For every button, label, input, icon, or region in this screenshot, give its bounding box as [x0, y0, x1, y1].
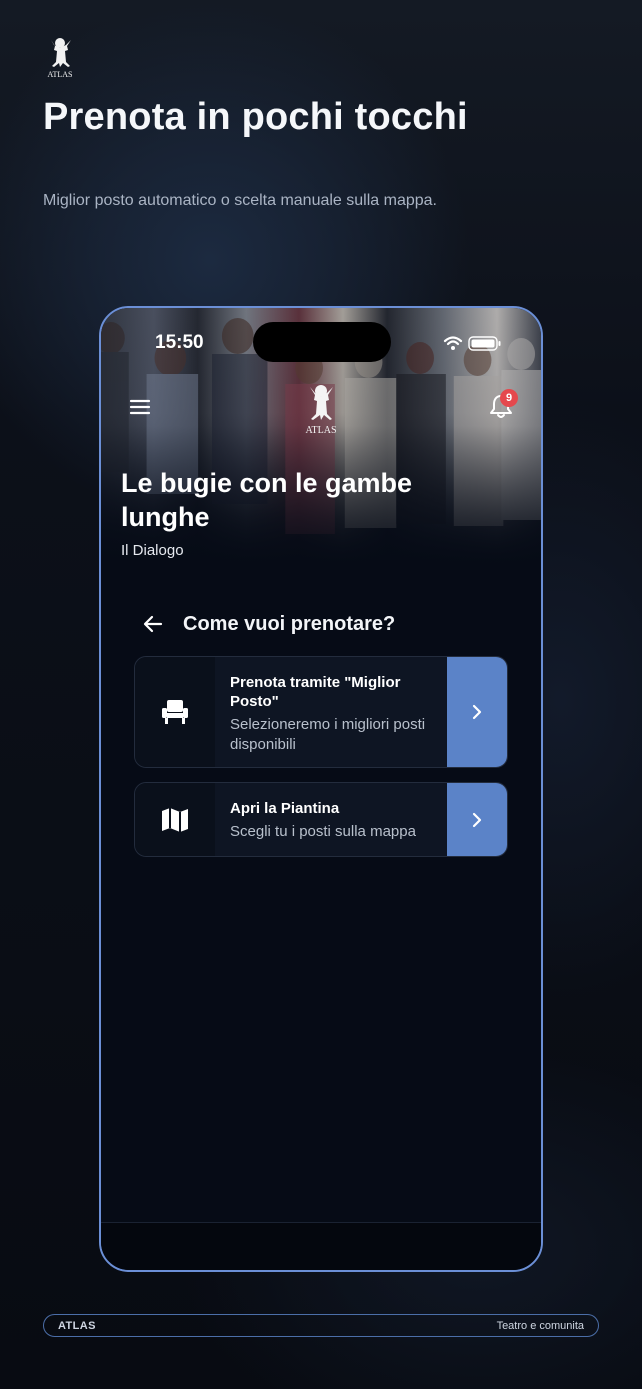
show-title: Le bugie con le gambe lunghe: [121, 468, 413, 532]
wifi-icon: [443, 336, 463, 346]
atlas-logo: ATLAS: [305, 385, 337, 436]
back-arrow-icon[interactable]: [141, 612, 165, 636]
option-title: Apri la Piantina: [230, 800, 340, 817]
page-subtitle: Miglior posto automatico o scelta manual…: [43, 192, 437, 209]
chevron-right-icon: [472, 704, 482, 720]
phone-mockup: 15:50 ATLAS 9 Le bugie con le gambe lung…: [99, 306, 543, 1272]
bottom-bar: [101, 1222, 541, 1270]
option-title: Prenota tramite "Miglior Posto": [230, 674, 401, 710]
svg-text:ATLAS: ATLAS: [305, 425, 336, 436]
booking-header: Come vuoi prenotare?: [141, 612, 395, 636]
seat-icon: [162, 700, 188, 724]
option-arrow-button[interactable]: [447, 657, 507, 767]
notification-badge: 9: [500, 389, 518, 407]
best-seat-option[interactable]: Prenota tramite "Miglior Posto" Selezion…: [134, 656, 508, 768]
menu-icon[interactable]: [129, 398, 151, 416]
chevron-right-icon: [472, 812, 482, 827]
option-icon-area: [135, 783, 215, 856]
show-company: Il Dialogo: [121, 542, 184, 559]
booking-question: Come vuoi prenotare?: [183, 612, 396, 635]
footer-brand: ATLAS: [58, 1319, 96, 1332]
footer-bar: ATLAS Teatro e comunita: [43, 1314, 599, 1337]
atlas-logo: ATLAS: [48, 38, 73, 79]
dynamic-island: [253, 322, 391, 362]
open-map-option[interactable]: Apri la Piantina Scegli tu i posti sulla…: [134, 782, 508, 857]
option-description: Selezioneremo i migliori posti disponibi…: [230, 716, 426, 753]
svg-text:ATLAS: ATLAS: [48, 70, 73, 79]
option-arrow-button[interactable]: [447, 783, 507, 856]
option-icon-area: [135, 657, 215, 767]
status-icons: [443, 336, 501, 351]
option-description: Scegli tu i posti sulla mappa: [230, 823, 416, 840]
page-title: Prenota in pochi tocchi: [43, 96, 468, 138]
map-icon: [162, 807, 188, 832]
status-time: 15:50: [155, 332, 204, 353]
battery-icon: [468, 336, 501, 351]
footer-tagline: Teatro e comunita: [496, 1319, 584, 1332]
